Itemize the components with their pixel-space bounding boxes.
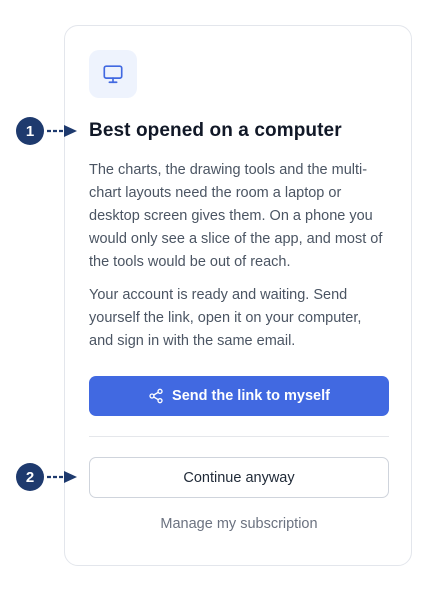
monitor-icon	[103, 65, 123, 84]
arrow-right-icon	[47, 471, 77, 483]
continue-anyway-label: Continue anyway	[183, 469, 295, 486]
callout-2: 2	[16, 463, 78, 491]
divider	[89, 436, 389, 437]
callout-badge: 1	[16, 117, 44, 145]
desktop-recommendation-card: Best opened on a computer The charts, th…	[64, 25, 412, 566]
continue-anyway-button[interactable]: Continue anyway	[89, 457, 389, 498]
page: Best opened on a computer The charts, th…	[0, 0, 438, 592]
manage-subscription-link[interactable]: Manage my subscription	[89, 516, 389, 532]
monitor-icon-tile	[89, 50, 137, 98]
share-icon	[149, 388, 163, 404]
explanation-paragraph: The charts, the drawing tools and the mu…	[89, 162, 383, 270]
send-link-button[interactable]: Send the link to myself	[89, 376, 389, 416]
send-link-button-label: Send the link to myself	[172, 388, 330, 404]
arrow-right-icon	[47, 125, 77, 137]
callout-badge: 2	[16, 463, 44, 491]
card-title: Best opened on a computer	[89, 120, 342, 141]
account-ready-paragraph: Your account is ready and waiting. Send …	[89, 287, 362, 349]
callout-1: 1	[16, 117, 78, 145]
